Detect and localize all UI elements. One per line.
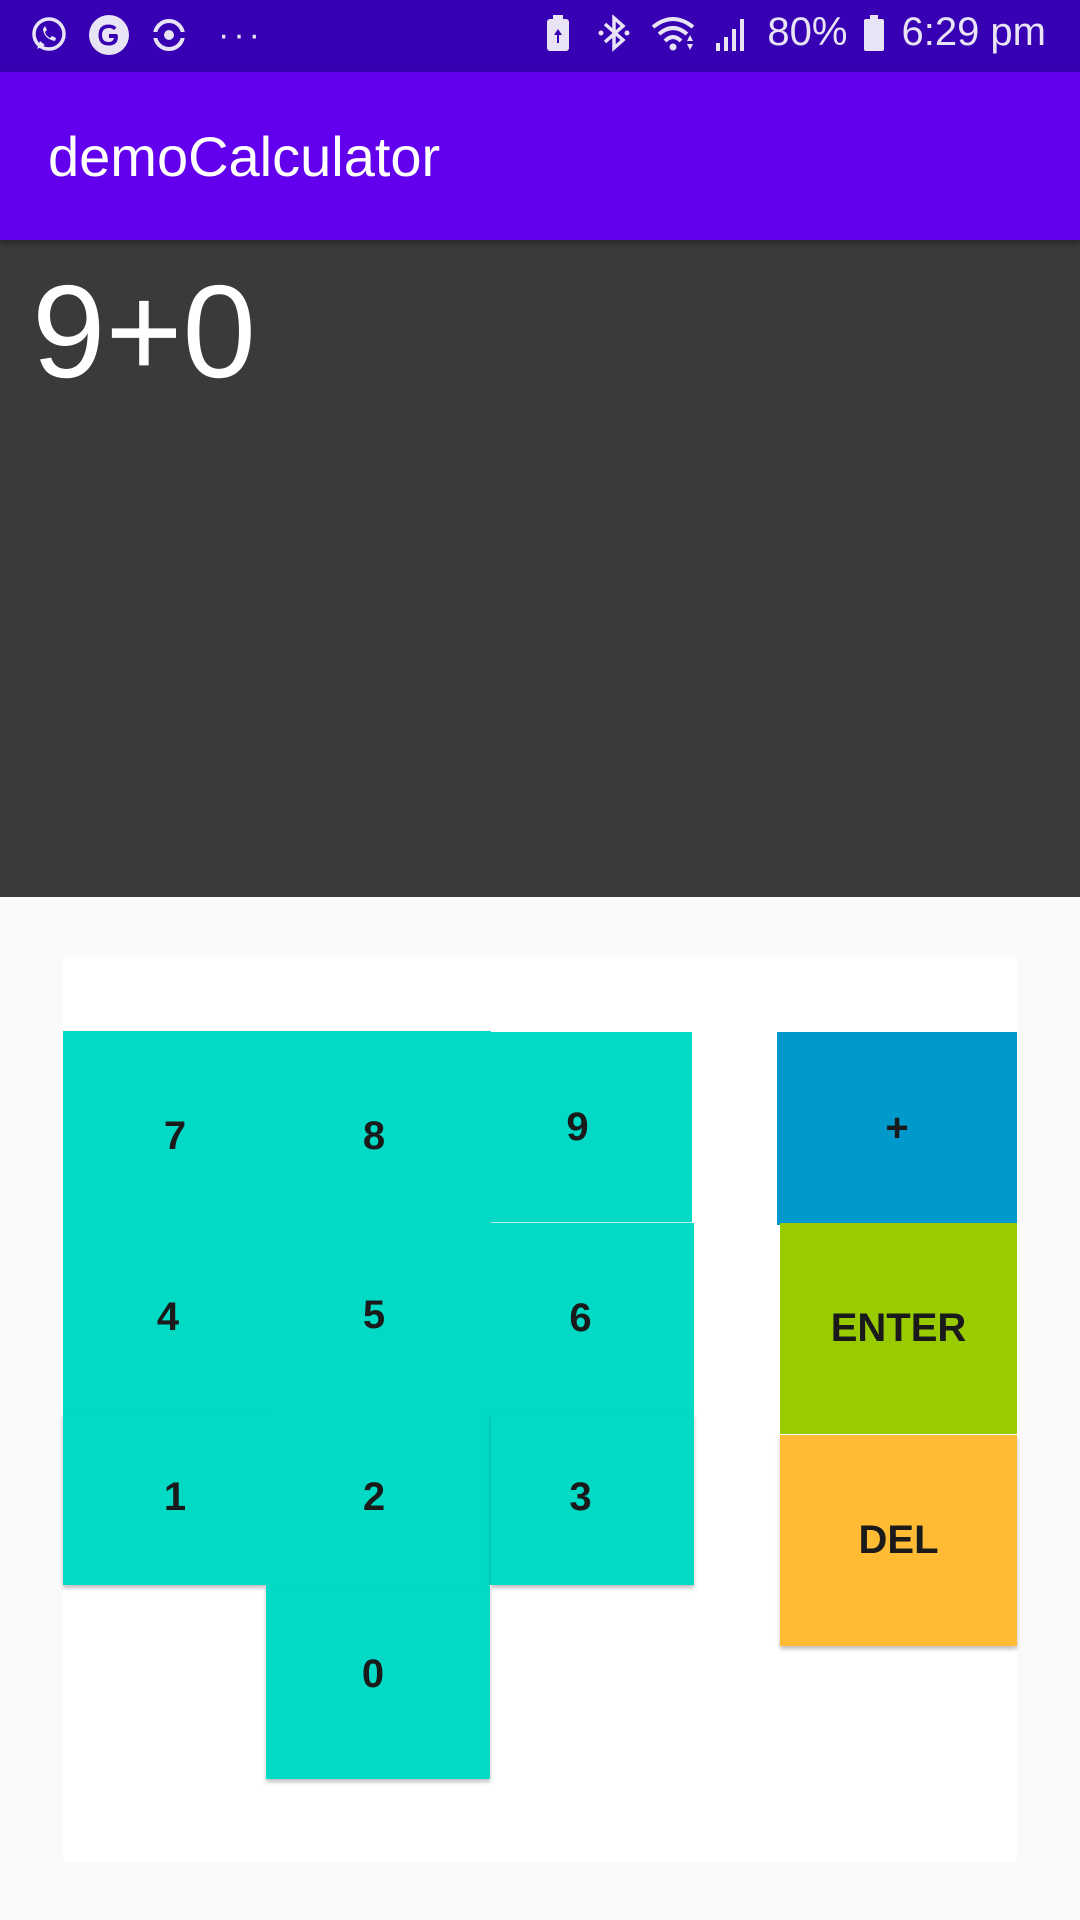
battery-icon: [861, 12, 887, 54]
whatsapp-icon: [28, 14, 70, 56]
digit-8-label: 8: [362, 1114, 386, 1158]
digit-7-button[interactable]: 7: [63, 1031, 267, 1222]
digit-0-button[interactable]: 0: [266, 1585, 490, 1779]
wifi-icon: [649, 12, 697, 54]
bluetooth-icon: [593, 12, 635, 54]
digit-4-button[interactable]: 4: [63, 1222, 267, 1413]
digit-4-label: 4: [156, 1295, 180, 1339]
digit-5-label: 5: [362, 1293, 386, 1337]
plus-label: +: [885, 1106, 909, 1150]
status-bar: ··· 80% 6:29 pm: [0, 0, 1080, 72]
google-icon: [88, 14, 130, 56]
notification-icons: ···: [28, 14, 264, 56]
keypad: 7 8 9 4 5 6 1 2 3 0 + ENTER DEL: [63, 957, 1017, 1862]
app-bar: demoCalculator: [0, 72, 1080, 240]
signal-icon: [711, 12, 753, 54]
more-notifications-icon: ···: [218, 15, 264, 54]
digit-1-label: 1: [163, 1474, 187, 1519]
digit-9-button[interactable]: 9: [491, 1032, 692, 1223]
battery-saver-icon: [537, 12, 579, 54]
app-title: demoCalculator: [48, 125, 441, 188]
digit-2-label: 2: [362, 1474, 386, 1519]
battery-percent: 80%: [767, 10, 848, 54]
display-panel: 9+0: [0, 240, 1080, 897]
digit-9-label: 9: [566, 1104, 589, 1149]
del-button[interactable]: DEL: [780, 1435, 1017, 1646]
digit-1-button[interactable]: 1: [63, 1413, 267, 1585]
digit-7-label: 7: [163, 1114, 187, 1158]
system-icons: 80% 6:29 pm: [537, 10, 1046, 55]
sync-icon: [148, 14, 190, 56]
digit-5-button[interactable]: 5: [267, 1222, 491, 1413]
digit-6-label: 6: [569, 1295, 592, 1340]
digit-2-button[interactable]: 2: [267, 1413, 491, 1585]
digit-3-button[interactable]: 3: [491, 1413, 694, 1585]
del-label: DEL: [858, 1518, 939, 1562]
enter-button[interactable]: ENTER: [780, 1223, 1017, 1434]
clock: 6:29 pm: [901, 10, 1046, 54]
digit-8-button[interactable]: 8: [267, 1031, 491, 1222]
digit-3-label: 3: [569, 1474, 592, 1519]
digit-0-label: 0: [361, 1651, 385, 1696]
plus-button[interactable]: +: [777, 1032, 1017, 1225]
enter-label: ENTER: [830, 1306, 967, 1350]
digit-6-button[interactable]: 6: [491, 1223, 694, 1413]
expression-display: 9+0: [32, 258, 256, 405]
